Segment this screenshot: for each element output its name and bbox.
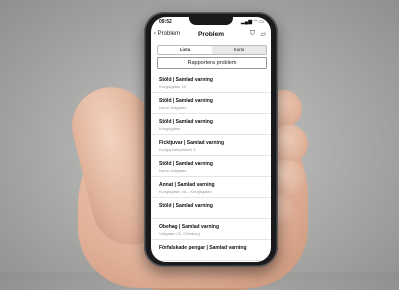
photo-background: 09:52 ▂▄▆ ◠ ▭ ‹ Problem Problem ⛉ ▱ List… [0,0,399,290]
list-item[interactable]: Stöld | Samlad varning Kungsgatan 10 [151,72,271,93]
status-time: 09:52 [159,19,172,25]
item-subtitle: Kungsgatan 10 [159,84,186,89]
chat-icon[interactable]: ▱ [261,30,266,38]
item-title: Förfalskade pengar | Samlad varning [159,245,247,251]
list-item[interactable]: Ficktjuvar | Samlad varning Kungsportspla… [151,135,271,156]
item-subtitle: Kungsgatan [159,126,181,131]
item-title: Stöld | Samlad varning [159,119,213,125]
report-problem-button[interactable]: Rapportera problem [157,57,267,69]
list-item[interactable]: Stöld | Samlad varning Norra Vallgatan [151,93,271,114]
list-item[interactable]: Stöld | Samlad varning Norra Vallgatan [151,156,271,177]
status-bar: 09:52 ▂▄▆ ◠ ▭ [151,17,271,27]
item-title: Annat | Samlad varning [159,182,215,188]
list-item[interactable]: Annat | Samlad varning Kungsgatan 48 – Ku… [151,177,271,198]
problem-list: Stöld | Samlad varning Kungsgatan 10 Stöl… [151,72,271,261]
item-title: Obehag | Samlad varning [159,224,220,230]
item-title: Stöld | Samlad varning [159,203,213,209]
item-subtitle: Vallgatan 20, Göteborg [159,231,200,236]
list-item[interactable]: Obehag | Samlad varning Vallgatan 20, Göt… [151,219,271,240]
tab-map[interactable]: Karta [212,46,266,54]
phone-screen: 09:52 ▂▄▆ ◠ ▭ ‹ Problem Problem ⛉ ▱ List… [151,17,271,262]
tab-list[interactable]: Lista [158,46,212,54]
nav-bar: ‹ Problem Problem ⛉ ▱ [151,28,271,44]
item-title: Stöld | Samlad varning [159,161,213,167]
item-subtitle: Kungsgatan 48 – Kungsgatan [159,189,212,194]
view-switcher: Lista Karta [157,45,267,55]
list-item[interactable]: Stöld | Samlad varning [151,198,271,219]
item-subtitle: Norra Vallgatan [159,168,187,173]
item-title: Stöld | Samlad varning [159,98,213,104]
item-title: Ficktjuvar | Samlad varning [159,140,225,146]
status-icons: ▂▄▆ ◠ ▭ [240,19,264,25]
filter-icon[interactable]: ⛉ [250,30,255,38]
list-item[interactable]: Stöld | Samlad varning Kungsgatan [151,114,271,135]
item-title: Stöld | Samlad varning [159,77,213,83]
item-subtitle: Norra Vallgatan [159,105,187,110]
list-item[interactable]: Förfalskade pengar | Samlad varning [151,240,271,261]
item-subtitle: Kungsportsplatsen 3 [159,147,196,152]
